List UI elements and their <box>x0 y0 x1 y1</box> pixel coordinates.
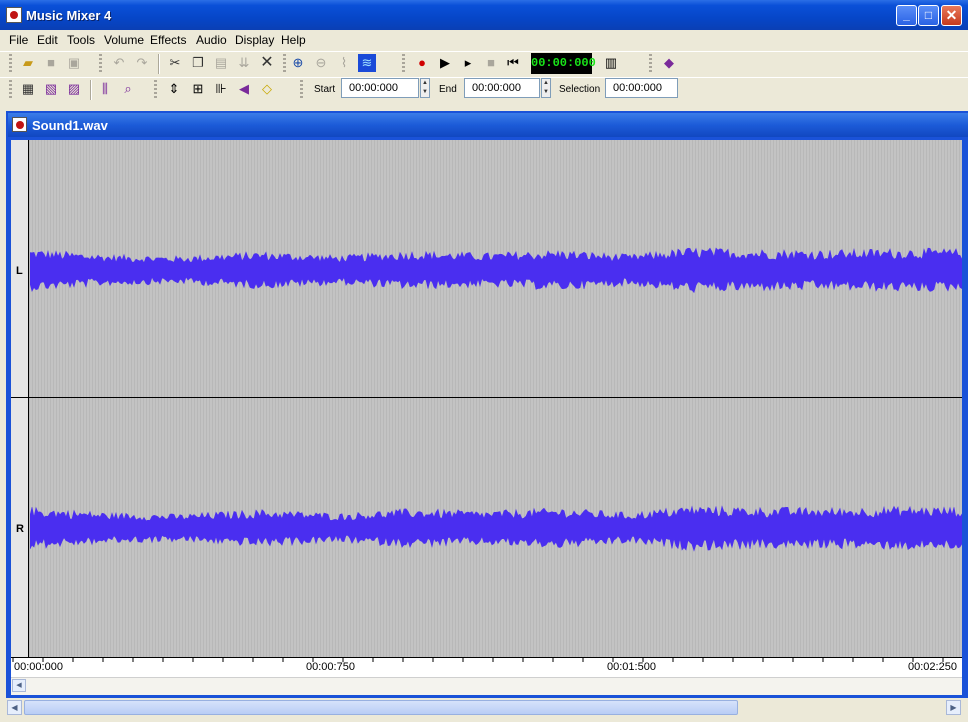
toolbar-grip[interactable] <box>9 54 12 74</box>
toolbar-separator <box>90 80 91 100</box>
mix-paste-icon[interactable]: ⇊ <box>235 54 253 72</box>
maximize-button[interactable]: □ <box>918 5 939 26</box>
menu-bar <box>0 30 968 50</box>
menu-help[interactable]: Help <box>281 33 306 47</box>
time-counter: 00:00:000 <box>531 53 596 74</box>
start-spinner[interactable]: ▲ ▼ <box>420 78 430 98</box>
equalizer-icon[interactable]: ⊪ <box>212 80 230 98</box>
time-label-1: 00:00:750 <box>306 661 355 673</box>
record-icon[interactable]: ● <box>413 54 431 72</box>
toolbar-grip[interactable] <box>300 80 303 100</box>
menu-tools[interactable]: Tools <box>67 33 95 47</box>
time-label-0: 00:00:000 <box>14 661 63 673</box>
scroll-left-button[interactable]: ◀ <box>7 700 22 715</box>
app-icon[interactable] <box>6 7 22 23</box>
reverse-icon[interactable]: ◀ <box>235 80 253 98</box>
menu-file[interactable]: File <box>9 33 28 47</box>
scrollbar-thumb[interactable] <box>24 700 738 715</box>
title-bar <box>0 0 968 30</box>
minimize-button[interactable]: _ <box>896 5 917 26</box>
waveform-right-channel <box>30 505 962 552</box>
insert-silence-icon[interactable]: ▦ <box>19 80 37 98</box>
level-meter-icon[interactable]: ▥ <box>602 54 620 72</box>
rewind-icon[interactable]: ⏮ <box>504 54 522 72</box>
zoom-fit-icon[interactable]: ⌇ <box>335 54 353 72</box>
menu-display[interactable]: Display <box>235 33 274 47</box>
zoom-selection-icon[interactable]: ≋ <box>358 54 376 72</box>
toolbar-grip[interactable] <box>99 54 102 74</box>
trim-icon[interactable]: ⫼ <box>96 80 114 98</box>
stop-square-icon[interactable]: ■ <box>42 54 60 72</box>
play-selection-icon[interactable]: ▸ <box>459 54 477 72</box>
stop-icon[interactable]: ■ <box>482 54 500 72</box>
toolbar-grip[interactable] <box>154 80 157 100</box>
document-title-bar <box>8 113 968 137</box>
delete-icon[interactable]: ✕ <box>258 54 276 72</box>
end-time-field[interactable]: 00:00:000 <box>464 78 540 98</box>
amplify-icon[interactable]: ⊞ <box>189 80 207 98</box>
inner-scroll-left-button[interactable]: ◀ <box>12 679 26 692</box>
redo-icon[interactable]: ↷ <box>133 54 151 72</box>
document-icon[interactable] <box>12 117 27 132</box>
eraser-icon[interactable]: ◇ <box>258 80 276 98</box>
zoom-region-icon[interactable]: ⌕ <box>119 80 137 98</box>
start-time-field[interactable]: 00:00:000 <box>341 78 419 98</box>
save-icon[interactable]: ▣ <box>65 54 83 72</box>
document-title: Sound1.wav <box>32 118 108 133</box>
menu-effects[interactable]: Effects <box>150 33 186 47</box>
zoom-in-icon[interactable]: ⊕ <box>289 54 307 72</box>
paste-icon[interactable]: ▤ <box>212 54 230 72</box>
start-label: Start <box>314 84 336 95</box>
timeline-ticks <box>12 657 944 662</box>
close-button[interactable]: ✕ <box>941 5 962 26</box>
end-label: End <box>439 84 457 95</box>
toolbar-grip[interactable] <box>283 54 286 74</box>
undo-icon[interactable]: ↶ <box>110 54 128 72</box>
toolbar-separator <box>158 54 159 74</box>
play-icon[interactable]: ▶ <box>436 54 454 72</box>
end-spinner[interactable]: ▲ ▼ <box>541 78 551 98</box>
toolbar-grip[interactable] <box>649 54 652 74</box>
menu-volume[interactable]: Volume <box>104 33 144 47</box>
inner-scrollbar[interactable] <box>11 677 962 695</box>
menu-edit[interactable]: Edit <box>37 33 58 47</box>
window-title: Music Mixer 4 <box>26 8 112 23</box>
time-label-2: 00:01:500 <box>607 661 656 673</box>
open-folder-icon[interactable]: ▰ <box>19 54 37 72</box>
toolbar-grip[interactable] <box>402 54 405 74</box>
scroll-right-button[interactable]: ▶ <box>946 700 961 715</box>
normalize-icon[interactable]: ⇕ <box>165 80 183 98</box>
menu-audio[interactable]: Audio <box>196 33 227 47</box>
cut-icon[interactable]: ✂ <box>166 54 184 72</box>
toolbar-grip[interactable] <box>9 80 12 100</box>
help-book-icon[interactable]: ◆ <box>660 54 678 72</box>
append-file-icon[interactable]: ▨ <box>65 80 83 98</box>
selection-time-field[interactable]: 00:00:000 <box>605 78 678 98</box>
waveform-display[interactable] <box>30 140 962 657</box>
copy-icon[interactable]: ❐ <box>189 54 207 72</box>
zoom-out-icon[interactable]: ⊖ <box>312 54 330 72</box>
mix-file-icon[interactable]: ▧ <box>42 80 60 98</box>
channel-right-label: R <box>16 523 24 535</box>
time-label-3: 00:02:250 <box>908 661 957 673</box>
selection-label: Selection <box>559 84 601 95</box>
channel-left-label: L <box>16 265 23 277</box>
waveform-left-channel <box>30 247 962 294</box>
channel-gutter <box>11 140 29 657</box>
